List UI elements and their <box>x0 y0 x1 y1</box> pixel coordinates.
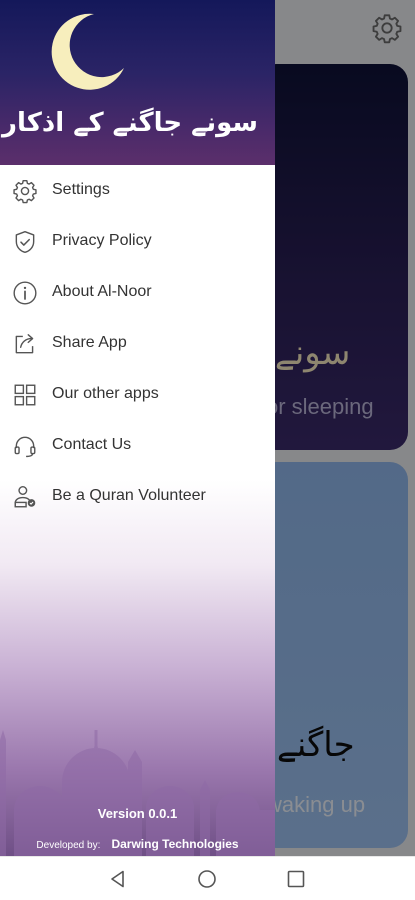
menu-item-label: About Al-Noor <box>52 283 152 300</box>
menu-item-share-app[interactable]: Share App <box>0 318 275 369</box>
menu-item-label: Be a Quran Volunteer <box>52 487 206 504</box>
drawer-header: سونے جاگنے کے اذکار <box>0 0 275 165</box>
back-icon[interactable] <box>108 869 128 889</box>
menu-item-settings[interactable]: Settings <box>0 165 275 216</box>
gear-icon <box>13 180 37 204</box>
menu-item-label: Settings <box>52 181 110 198</box>
system-navigation-bar <box>0 856 415 900</box>
drawer-title: سونے جاگنے کے اذکار <box>2 108 258 138</box>
menu-item-about[interactable]: About Al-Noor <box>0 267 275 318</box>
developed-by-label: Developed by: <box>36 840 101 851</box>
developer-credit: Developed by: Darwing Technologies <box>0 833 275 852</box>
menu-item-quran-volunteer[interactable]: Be a Quran Volunteer <box>0 471 275 522</box>
menu-item-other-apps[interactable]: Our other apps <box>0 369 275 420</box>
volunteer-icon <box>14 486 36 508</box>
menu-item-privacy-policy[interactable]: Privacy Policy <box>0 216 275 267</box>
navigation-drawer: سونے جاگنے کے اذکار Settings Privacy Pol… <box>0 0 275 856</box>
menu-item-label: Our other apps <box>52 385 159 402</box>
recents-icon[interactable] <box>286 869 306 889</box>
crescent-moon-icon <box>51 13 124 90</box>
drawer-menu: Settings Privacy Policy About Al-Noor Sh… <box>0 165 275 522</box>
info-icon <box>13 281 37 305</box>
headset-icon <box>14 436 36 458</box>
app-version: Version 0.0.1 <box>97 806 178 821</box>
developer-name: Darwing Technologies <box>111 837 239 851</box>
menu-item-label: Share App <box>52 334 127 351</box>
menu-item-label: Privacy Policy <box>52 232 152 249</box>
home-icon[interactable] <box>197 869 217 889</box>
shield-check-icon <box>15 231 35 253</box>
menu-item-contact-us[interactable]: Contact Us <box>0 420 275 471</box>
share-icon <box>15 334 34 354</box>
menu-item-label: Contact Us <box>52 436 132 453</box>
grid-icon <box>14 384 36 406</box>
